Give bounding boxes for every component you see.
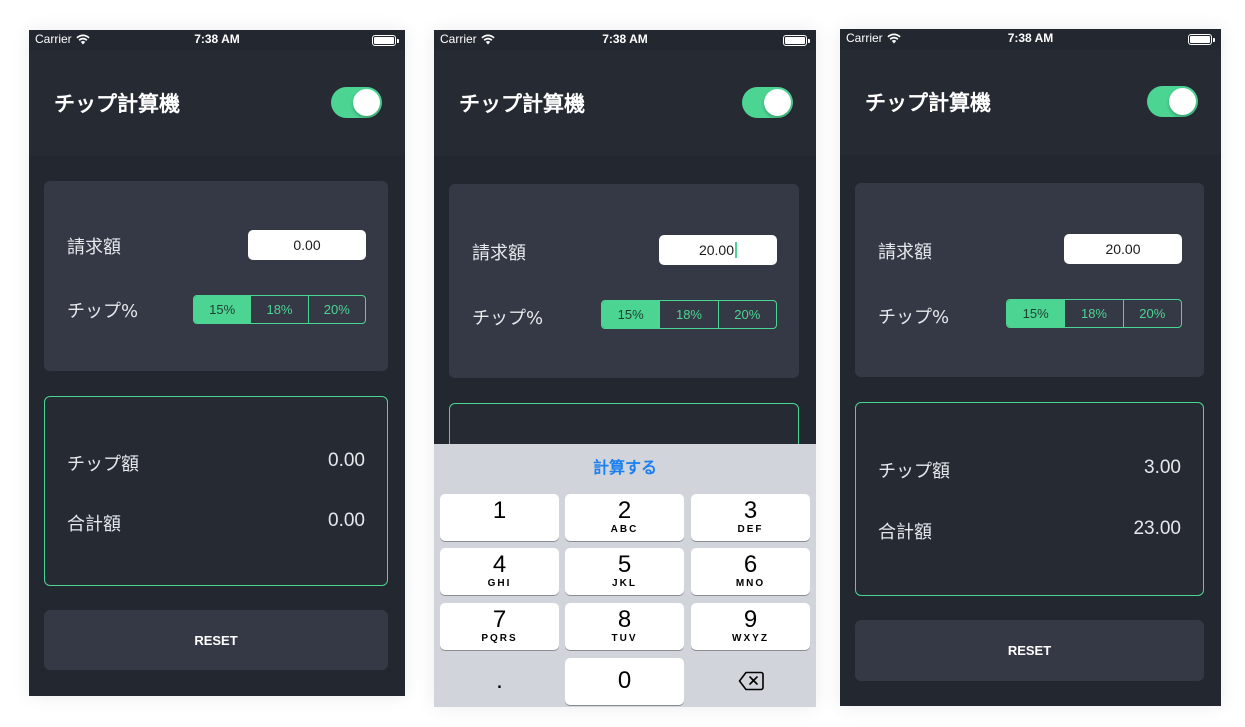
total-value: 0.00: [328, 510, 365, 531]
key-8-letters: TUV: [611, 633, 638, 644]
key-9[interactable]: 9 WXYZ: [691, 603, 810, 650]
key-3-number: 3: [743, 497, 758, 524]
segment-18[interactable]: 18%: [250, 296, 307, 323]
segment-15[interactable]: 15%: [194, 296, 251, 323]
key-5[interactable]: 5 JKL: [565, 548, 684, 595]
input-card: 請求額 0.00 チップ% 15% 18% 20%: [44, 181, 388, 371]
tip-percent-segmented-control: 15% 18% 20%: [1006, 299, 1182, 328]
tip-percent-segmented-control: 15% 18% 20%: [601, 300, 777, 329]
bill-input[interactable]: 20.00: [659, 235, 777, 265]
key-delete[interactable]: [691, 658, 810, 705]
battery-icon: [783, 35, 810, 46]
result-card: チップ額 3.00 合計額 23.00: [855, 402, 1204, 596]
text-caret: [735, 242, 738, 258]
bill-label: 請求額: [67, 237, 121, 258]
screen-initial: Carrier 7:38 AM チップ計算機 請求額 0.00 チップ% 15%…: [29, 30, 405, 696]
bill-input[interactable]: 20.00: [1064, 234, 1182, 264]
key-4-number: 4: [492, 551, 507, 578]
bill-value: 0.00: [293, 237, 321, 253]
total-value: 23.00: [1133, 518, 1181, 539]
key-6-letters: MNO: [735, 578, 766, 589]
status-bar: Carrier 7:38 AM: [840, 29, 1221, 49]
tip-percent-label: チップ%: [67, 301, 139, 322]
bill-label: 請求額: [472, 243, 526, 264]
tip-amount-value: 3.00: [1144, 457, 1181, 478]
key-decimal[interactable]: .: [440, 658, 559, 705]
key-7-letters: PQRS: [481, 633, 518, 644]
numeric-keyboard: 計算する 1 2 ABC 3 DEF 4 GHI 5 JKL 6 MNO 7 PQRS 8T…: [434, 444, 816, 707]
key-5-letters: JKL: [612, 578, 637, 589]
segment-20[interactable]: 20%: [1122, 300, 1181, 327]
status-time: 7:38 AM: [1007, 31, 1054, 45]
key-5-number: 5: [617, 551, 632, 578]
tip-amount-label: チップ額: [67, 454, 139, 475]
key-2[interactable]: 2 ABC: [565, 494, 684, 541]
key-8[interactable]: 8 TUV: [565, 603, 684, 650]
battery-icon: [1188, 34, 1215, 45]
screen-result: Carrier 7:38 AM チップ計算機 請求額 20.00 チップ% 15…: [840, 29, 1221, 706]
backspace-icon: [738, 671, 764, 691]
key-7[interactable]: 7 PQRS: [440, 603, 559, 650]
total-label: 合計額: [878, 522, 932, 543]
bill-label: 請求額: [878, 242, 932, 263]
segment-20[interactable]: 20%: [717, 301, 776, 328]
screen-keyboard: Carrier 7:38 AM チップ計算機 請求額 20.00 チップ% 15…: [434, 30, 816, 707]
status-time: 7:38 AM: [602, 32, 648, 46]
total-label: 合計額: [67, 514, 121, 535]
key-4[interactable]: 4 GHI: [440, 548, 559, 595]
toggle-knob: [353, 89, 380, 116]
key-3[interactable]: 3 DEF: [691, 494, 810, 541]
app-title: チップ計算機: [54, 92, 180, 116]
key-3-letters: DEF: [737, 524, 764, 535]
tip-amount-value: 0.00: [328, 450, 365, 471]
app-title: チップ計算機: [459, 92, 585, 116]
theme-toggle[interactable]: [1147, 86, 1198, 117]
segment-20[interactable]: 20%: [307, 296, 365, 323]
key-1-number: 1: [492, 497, 507, 524]
segment-18[interactable]: 18%: [1064, 300, 1122, 327]
status-bar: Carrier 7:38 AM: [29, 30, 405, 50]
key-6[interactable]: 6 MNO: [691, 548, 810, 595]
tip-amount-label: チップ額: [878, 461, 950, 482]
segment-15[interactable]: 15%: [602, 301, 660, 328]
tip-percent-label: チップ%: [878, 307, 950, 328]
toggle-knob: [764, 89, 791, 116]
reset-button[interactable]: RESET: [855, 620, 1204, 681]
key-7-number: 7: [492, 606, 507, 633]
battery-icon: [372, 35, 399, 46]
bill-value: 20.00: [698, 242, 735, 258]
input-card: 請求額 20.00 チップ% 15% 18% 20%: [449, 184, 799, 378]
bill-value: 20.00: [1105, 241, 1141, 257]
key-2-letters: ABC: [610, 524, 639, 535]
key-8-number: 8: [617, 606, 632, 633]
calculate-button[interactable]: 計算する: [434, 444, 816, 488]
result-card: チップ額 0.00 合計額 0.00: [44, 396, 388, 586]
bill-input[interactable]: 0.00: [248, 230, 366, 260]
theme-toggle[interactable]: [742, 87, 793, 118]
reset-button[interactable]: RESET: [44, 610, 388, 670]
status-time: 7:38 AM: [194, 32, 240, 46]
tip-percent-segmented-control: 15% 18% 20%: [193, 295, 366, 324]
key-0-number: 0: [617, 667, 632, 694]
segment-18[interactable]: 18%: [659, 301, 717, 328]
key-6-number: 6: [743, 551, 758, 578]
key-decimal-symbol: .: [496, 667, 503, 694]
key-9-number: 9: [743, 606, 758, 633]
status-bar: Carrier 7:38 AM: [434, 30, 816, 50]
key-2-number: 2: [617, 497, 632, 524]
app-title: チップ計算機: [865, 91, 991, 115]
tip-percent-label: チップ%: [472, 308, 544, 329]
theme-toggle[interactable]: [331, 87, 382, 118]
key-4-letters: GHI: [487, 578, 512, 589]
key-1[interactable]: 1: [440, 494, 559, 541]
input-card: 請求額 20.00 チップ% 15% 18% 20%: [855, 183, 1204, 377]
segment-15[interactable]: 15%: [1007, 300, 1065, 327]
key-9-letters: WXYZ: [732, 633, 769, 644]
toggle-knob: [1169, 88, 1196, 115]
key-0[interactable]: 0: [565, 658, 684, 705]
